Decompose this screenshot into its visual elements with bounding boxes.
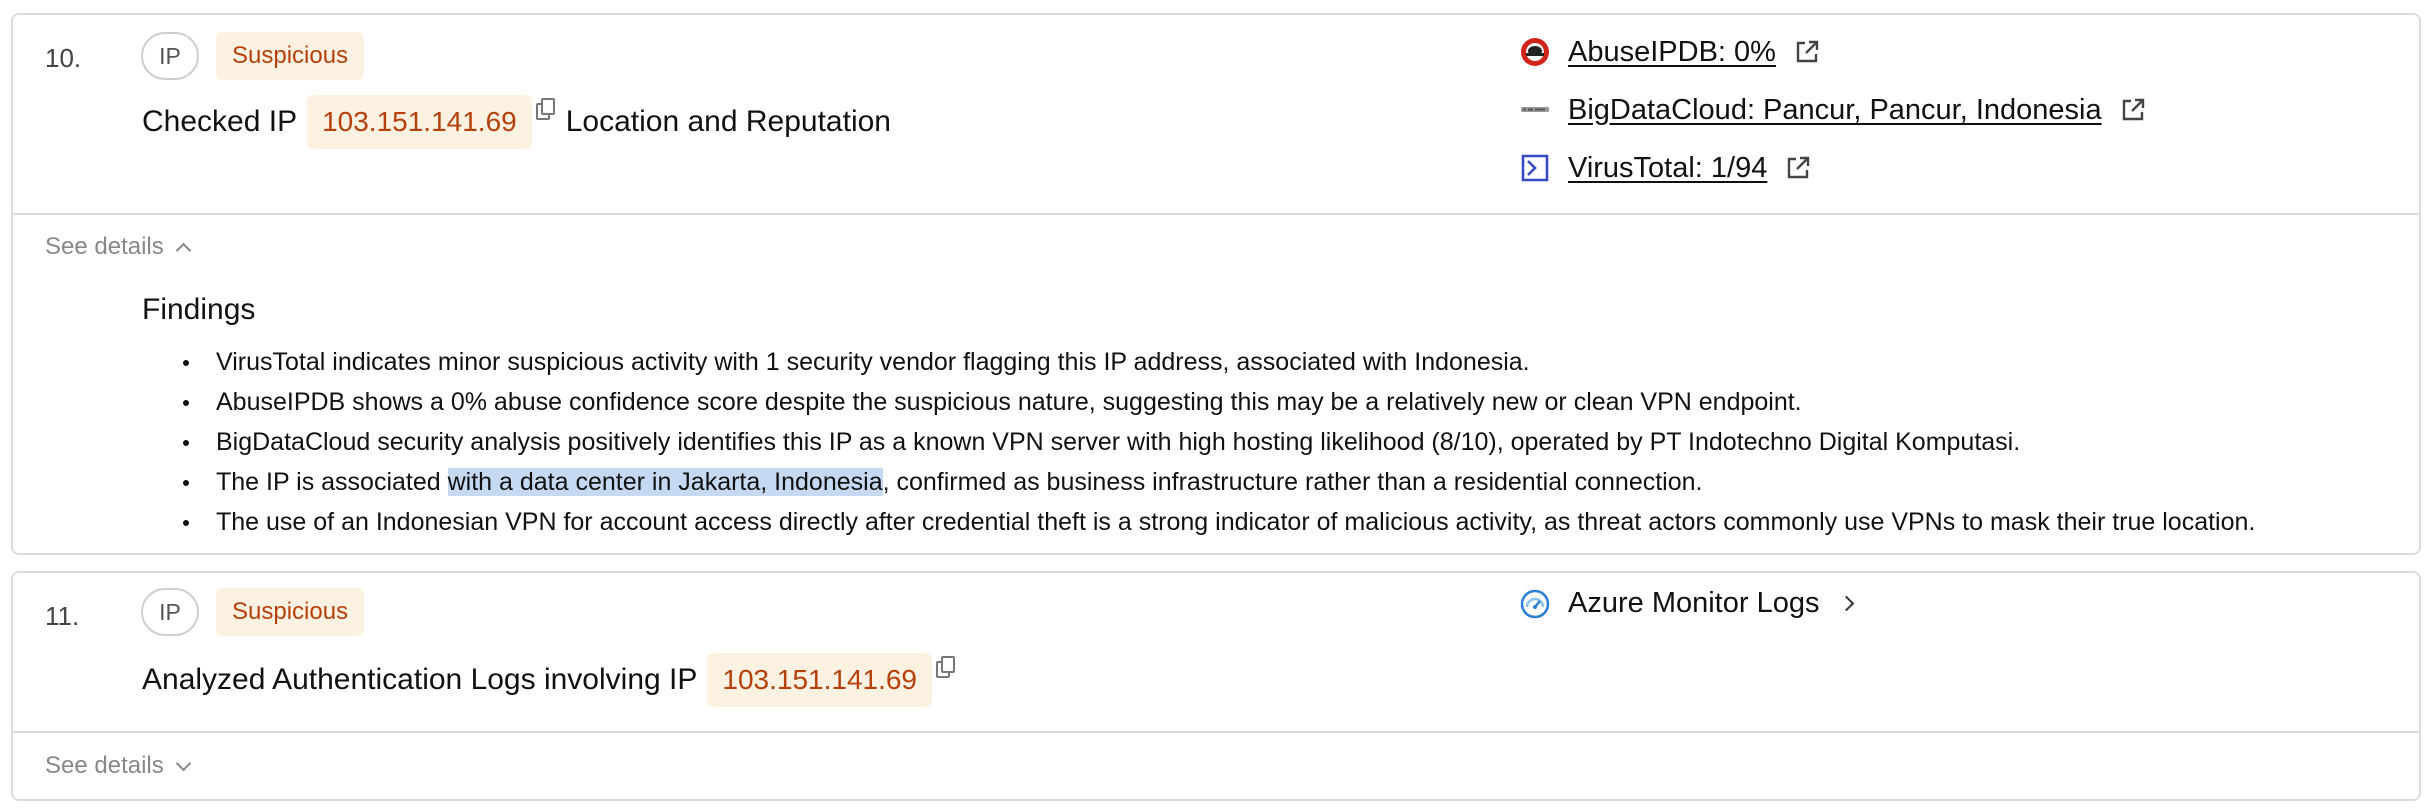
- external-link-icon[interactable]: [2120, 97, 2146, 123]
- see-details-toggle[interactable]: See details: [45, 233, 192, 261]
- source-abuseipdb[interactable]: AbuseIPDB: 0%: [1520, 32, 2146, 72]
- findings-list: VirusTotal indicates minor suspicious ac…: [175, 342, 2255, 542]
- external-link-icon[interactable]: [1794, 39, 1820, 65]
- azure-monitor-label: Azure Monitor Logs: [1568, 587, 1820, 619]
- azure-monitor-icon: [1520, 589, 1550, 619]
- chevron-up-icon: [175, 242, 192, 258]
- bigdatacloud-icon: [1520, 95, 1550, 125]
- chevron-down-icon: [175, 755, 192, 771]
- text-selection-highlight: with a data center in Jakarta, Indonesia: [447, 468, 883, 496]
- divider: [13, 731, 2419, 733]
- ip-address-chip[interactable]: 103.151.141.69: [307, 95, 532, 149]
- external-link-icon[interactable]: [1785, 155, 1811, 181]
- see-details-toggle[interactable]: See details: [45, 752, 192, 780]
- chevron-right-icon: [1839, 595, 1855, 612]
- headline-suffix: Location and Reputation: [565, 105, 891, 138]
- see-details-label: See details: [45, 752, 164, 779]
- suspicious-badge: Suspicious: [216, 32, 365, 80]
- suspicious-badge: Suspicious: [216, 588, 365, 636]
- headline-prefix: Analyzed Authentication Logs involving I…: [142, 663, 698, 696]
- finding-item: BigDataCloud security analysis positivel…: [175, 422, 2255, 462]
- source-virustotal[interactable]: VirusTotal: 1/94: [1520, 148, 2146, 188]
- see-details-label: See details: [45, 233, 164, 260]
- step-number: 10.: [45, 43, 82, 73]
- ip-type-tag: IP: [141, 32, 199, 80]
- virustotal-link[interactable]: VirusTotal: 1/94: [1568, 152, 1767, 185]
- step-headline: Analyzed Authentication Logs involving I…: [142, 653, 966, 707]
- investigation-step-card: 11. IP Suspicious Analyzed Authenticatio…: [11, 571, 2421, 801]
- divider: [13, 213, 2419, 215]
- ip-type-tag: IP: [141, 588, 199, 636]
- finding-item: The use of an Indonesian VPN for account…: [175, 502, 2255, 542]
- abuseipdb-link[interactable]: AbuseIPDB: 0%: [1568, 36, 1776, 69]
- source-bigdatacloud[interactable]: BigDataCloud: Pancur, Pancur, Indonesia: [1520, 90, 2146, 130]
- finding-item: VirusTotal indicates minor suspicious ac…: [175, 342, 2255, 382]
- finding-item: The IP is associated with a data center …: [175, 462, 2255, 502]
- step-headline: Checked IP 103.151.141.69 Location and R…: [142, 95, 891, 149]
- findings-title: Findings: [142, 293, 256, 326]
- source-links: AbuseIPDB: 0% BigDataCloud: Pancur, Panc…: [1520, 32, 2146, 206]
- copy-icon[interactable]: [535, 98, 558, 124]
- investigation-step-card: 10. IP Suspicious Checked IP 103.151.141…: [11, 13, 2421, 555]
- ip-address-chip[interactable]: 103.151.141.69: [707, 653, 933, 707]
- source-azure-monitor[interactable]: Azure Monitor Logs: [1520, 587, 1855, 620]
- copy-icon[interactable]: [936, 656, 958, 682]
- finding-item: AbuseIPDB shows a 0% abuse confidence sc…: [175, 382, 2255, 422]
- bigdatacloud-link[interactable]: BigDataCloud: Pancur, Pancur, Indonesia: [1568, 94, 2102, 127]
- abuseipdb-icon: [1520, 37, 1550, 67]
- headline-prefix: Checked IP: [142, 105, 298, 138]
- virustotal-icon: [1520, 153, 1550, 183]
- step-number: 11.: [45, 601, 80, 631]
